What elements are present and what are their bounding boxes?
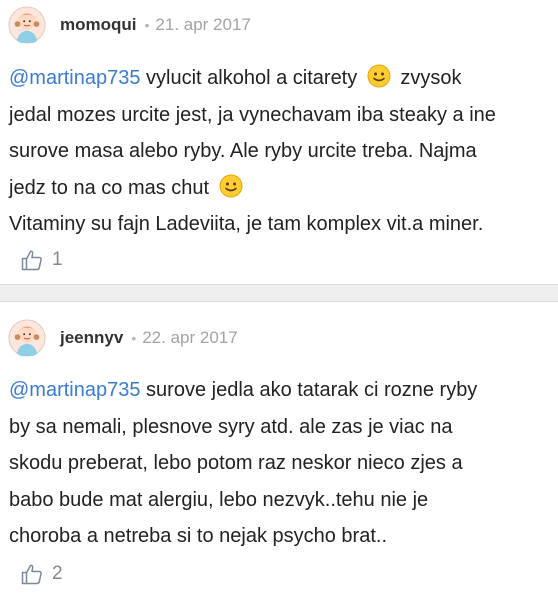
comment-date: 22. apr 2017 [142, 328, 238, 347]
comment-header: momoqui • 21. apr 2017 [8, 5, 251, 45]
mention-link[interactable]: @martinap735 [9, 379, 140, 401]
user-avatar[interactable] [8, 6, 46, 44]
user-avatar[interactable] [8, 319, 46, 357]
comment-text-line: jedz to na co mas chut [9, 176, 215, 199]
comment-text-line: babo bude mat alergiu, lebo nezvyk..tehu… [9, 488, 429, 511]
like-count: 1 [52, 249, 63, 270]
comment-divider [0, 284, 558, 302]
slightly-smiling-face-icon [367, 64, 391, 88]
comment-text-line: jedal mozes urcite jest, ja vynechavam i… [9, 103, 496, 126]
comment: momoqui • 21. apr 2017 @martinap735 vylu… [0, 0, 558, 284]
comment-header: jeennyv • 22. apr 2017 [8, 318, 238, 358]
like-button[interactable]: 2 [20, 562, 63, 586]
comment-text-line: surove masa alebo ryby. Ale ryby urcite … [9, 140, 477, 162]
mention-link[interactable]: @martinap735 [9, 67, 140, 89]
comment-text: @martinap735 vylucit alkohol a citarety … [9, 60, 548, 243]
comment-text-segment: surove jedla ako tatarak ci rozne ryby [140, 379, 478, 401]
like-button[interactable]: 1 [20, 248, 63, 272]
username[interactable]: jeennyv [60, 328, 123, 348]
username[interactable]: momoqui [60, 15, 137, 35]
meta-separator: • [131, 330, 137, 346]
thumbs-up-icon [21, 564, 42, 585]
thumbs-up-icon [21, 250, 42, 271]
comment-text-line: by sa nemali, plesnove syry atd. ale zas… [9, 415, 453, 438]
comment-text-segment: vylucit alkohol a citarety [140, 67, 363, 89]
comment-text-line: choroba a netreba si to nejak psycho bra… [9, 525, 388, 547]
like-count: 2 [52, 563, 63, 584]
comment-text-line: skodu preberat, lebo potom raz neskor ni… [9, 452, 463, 474]
comment-text-line: Vitaminy su fajn Ladeviita, je tam kompl… [9, 213, 484, 235]
comment: jeennyv • 22. apr 2017 @martinap735 suro… [0, 302, 558, 592]
slightly-smiling-face-icon [219, 174, 243, 197]
comment-feed: momoqui • 21. apr 2017 @martinap735 vylu… [0, 0, 558, 594]
comment-date: 21. apr 2017 [155, 15, 251, 34]
comment-text-segment: zvysok [394, 67, 462, 89]
meta-separator: • [144, 17, 150, 33]
comment-text: @martinap735 surove jedla ako tatarak ci… [9, 372, 548, 555]
